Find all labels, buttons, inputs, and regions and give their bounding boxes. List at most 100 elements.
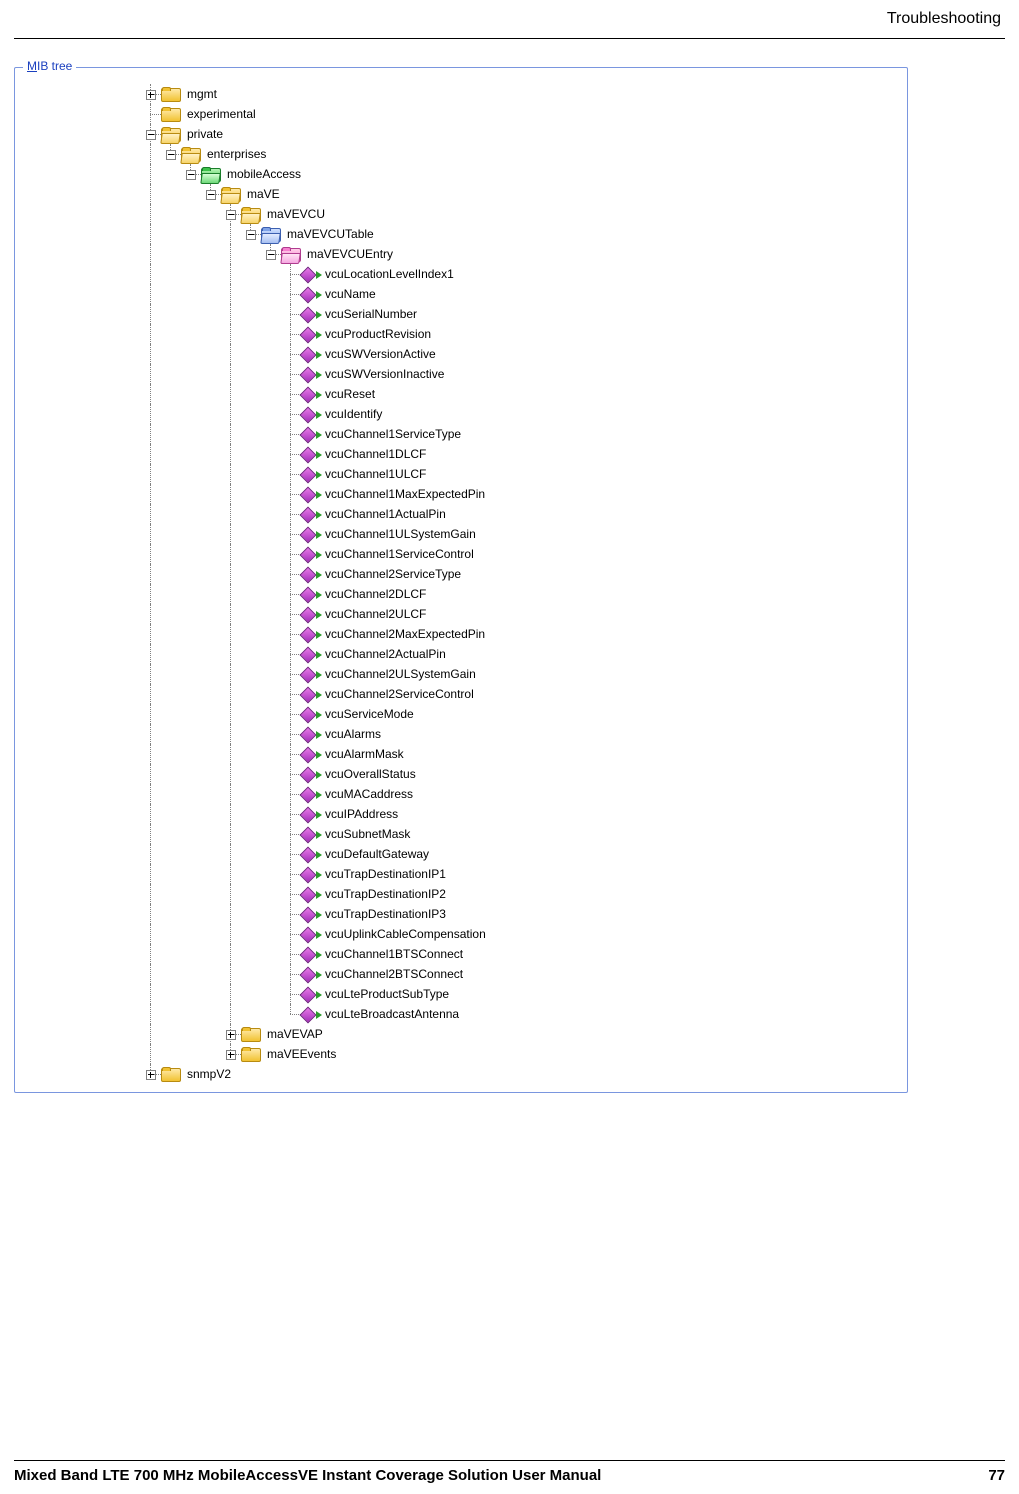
tree-leaf-vcuIPAddress[interactable]: vcuIPAddress [21,804,901,824]
tree-leaf-vcuChannel2BTSConnect[interactable]: vcuChannel2BTSConnect [21,964,901,984]
tree-leaf-vcuAlarms[interactable]: vcuAlarms [21,724,901,744]
tree-leaf-vcuSWVersionActive[interactable]: vcuSWVersionActive [21,344,901,364]
node-label: vcuChannel1BTSConnect [323,944,463,964]
tree-leaf-vcuReset[interactable]: vcuReset [21,384,901,404]
tree-node-enterprises[interactable]: enterprises [21,144,901,164]
tree-leaf-vcuIdentify[interactable]: vcuIdentify [21,404,901,424]
tree-leaf-vcuLocationLevelIndex1[interactable]: vcuLocationLevelIndex1 [21,264,901,284]
tree-leaf-vcuChannel2ServiceType[interactable]: vcuChannel2ServiceType [21,564,901,584]
tree-leaf-vcuTrapDestinationIP1[interactable]: vcuTrapDestinationIP1 [21,864,901,884]
tree-leaf-vcuChannel1ServiceType[interactable]: vcuChannel1ServiceType [21,424,901,444]
leaf-node-icon [301,728,319,742]
node-label: vcuChannel2ServiceControl [323,684,474,704]
leaf-node-icon [301,588,319,602]
node-label: vcuChannel2BTSConnect [323,964,463,984]
mib-tree-panel: MIB tree mgmtexperimentalprivateenterpri… [14,67,908,1093]
tree-leaf-vcuMACaddress[interactable]: vcuMACaddress [21,784,901,804]
collapse-toggle[interactable] [226,210,236,220]
tree-leaf-vcuChannel2ULSystemGain[interactable]: vcuChannel2ULSystemGain [21,664,901,684]
tree-leaf-vcuChannel1ActualPin[interactable]: vcuChannel1ActualPin [21,504,901,524]
tree-leaf-vcuTrapDestinationIP2[interactable]: vcuTrapDestinationIP2 [21,884,901,904]
node-label: vcuChannel1ActualPin [323,504,446,524]
tree-leaf-vcuDefaultGateway[interactable]: vcuDefaultGateway [21,844,901,864]
screenshot-figure: MIB tree mgmtexperimentalprivateenterpri… [14,67,1005,1093]
tree-leaf-vcuSubnetMask[interactable]: vcuSubnetMask [21,824,901,844]
node-label: vcuIdentify [323,404,382,424]
leaf-node-icon [301,948,319,962]
tree-node-private[interactable]: private [21,124,901,144]
leaf-node-icon [301,348,319,362]
tree-leaf-vcuChannel2DLCF[interactable]: vcuChannel2DLCF [21,584,901,604]
tree-leaf-vcuAlarmMask[interactable]: vcuAlarmMask [21,744,901,764]
collapse-toggle[interactable] [186,170,196,180]
leaf-node-icon [301,488,319,502]
leaf-node-icon [301,268,319,282]
tree-leaf-vcuTrapDestinationIP3[interactable]: vcuTrapDestinationIP3 [21,904,901,924]
collapse-toggle[interactable] [246,230,256,240]
tree-node-maVEVCU[interactable]: maVEVCU [21,204,901,224]
page-number: 77 [988,1467,1005,1484]
folder-open-icon [181,148,201,162]
collapse-toggle[interactable] [146,130,156,140]
tree-leaf-vcuChannel1ULCF[interactable]: vcuChannel1ULCF [21,464,901,484]
node-label: enterprises [205,144,266,164]
tree-leaf-vcuUplinkCableCompensation[interactable]: vcuUplinkCableCompensation [21,924,901,944]
node-label: vcuTrapDestinationIP1 [323,864,446,884]
tree-leaf-vcuLteProductSubType[interactable]: vcuLteProductSubType [21,984,901,1004]
node-label: vcuChannel2MaxExpectedPin [323,624,485,644]
leaf-node-icon [301,428,319,442]
page-header: Troubleshooting [14,10,1005,39]
tree-node-snmpV2[interactable]: snmpV2 [21,1064,901,1084]
tree-node-maVEVCUEntry[interactable]: maVEVCUEntry [21,244,901,264]
leaf-node-icon [301,988,319,1002]
tree-node-maVEEvents[interactable]: maVEEvents [21,1044,901,1064]
node-label: vcuMACaddress [323,784,413,804]
tree-node-mgmt[interactable]: mgmt [21,84,901,104]
leaf-node-icon [301,388,319,402]
tree-leaf-vcuServiceMode[interactable]: vcuServiceMode [21,704,901,724]
leaf-node-icon [301,868,319,882]
collapse-toggle[interactable] [266,250,276,260]
expand-toggle[interactable] [146,90,156,100]
leaf-node-icon [301,1008,319,1022]
tree-leaf-vcuChannel1BTSConnect[interactable]: vcuChannel1BTSConnect [21,944,901,964]
collapse-toggle[interactable] [206,190,216,200]
tree-node-mobileAccess[interactable]: mobileAccess [21,164,901,184]
tree-leaf-vcuChannel1MaxExpectedPin[interactable]: vcuChannel1MaxExpectedPin [21,484,901,504]
tree-node-maVEVCUTable[interactable]: maVEVCUTable [21,224,901,244]
tree-node-experimental[interactable]: experimental [21,104,901,124]
mib-tree[interactable]: mgmtexperimentalprivateenterprisesmobile… [21,84,901,1084]
node-label: maVEVCUEntry [305,244,393,264]
expand-toggle[interactable] [146,1070,156,1080]
node-label: vcuChannel2ServiceType [323,564,461,584]
leaf-node-icon [301,668,319,682]
tree-node-maVEVAP[interactable]: maVEVAP [21,1024,901,1044]
tree-leaf-vcuChannel1ULSystemGain[interactable]: vcuChannel1ULSystemGain [21,524,901,544]
tree-leaf-vcuLteBroadcastAntenna[interactable]: vcuLteBroadcastAntenna [21,1004,901,1024]
leaf-node-icon [301,828,319,842]
node-label: vcuChannel2DLCF [323,584,426,604]
page-footer: Mixed Band LTE 700 MHz MobileAccessVE In… [14,1460,1005,1484]
panel-title-mnemonic: M [27,59,37,73]
tree-node-maVE[interactable]: maVE [21,184,901,204]
expand-toggle[interactable] [226,1030,236,1040]
leaf-node-icon [301,288,319,302]
tree-leaf-vcuOverallStatus[interactable]: vcuOverallStatus [21,764,901,784]
collapse-toggle[interactable] [166,150,176,160]
tree-leaf-vcuChannel2ULCF[interactable]: vcuChannel2ULCF [21,604,901,624]
tree-leaf-vcuChannel2ActualPin[interactable]: vcuChannel2ActualPin [21,644,901,664]
tree-leaf-vcuSerialNumber[interactable]: vcuSerialNumber [21,304,901,324]
leaf-node-icon [301,308,319,322]
tree-leaf-vcuSWVersionInactive[interactable]: vcuSWVersionInactive [21,364,901,384]
node-label: vcuLteProductSubType [323,984,449,1004]
tree-leaf-vcuProductRevision[interactable]: vcuProductRevision [21,324,901,344]
tree-leaf-vcuChannel2ServiceControl[interactable]: vcuChannel2ServiceControl [21,684,901,704]
expand-toggle[interactable] [226,1050,236,1060]
tree-leaf-vcuChannel2MaxExpectedPin[interactable]: vcuChannel2MaxExpectedPin [21,624,901,644]
tree-leaf-vcuName[interactable]: vcuName [21,284,901,304]
tree-leaf-vcuChannel1ServiceControl[interactable]: vcuChannel1ServiceControl [21,544,901,564]
node-label: vcuServiceMode [323,704,414,724]
tree-leaf-vcuChannel1DLCF[interactable]: vcuChannel1DLCF [21,444,901,464]
leaf-node-icon [301,328,319,342]
node-label: maVEVCUTable [285,224,374,244]
